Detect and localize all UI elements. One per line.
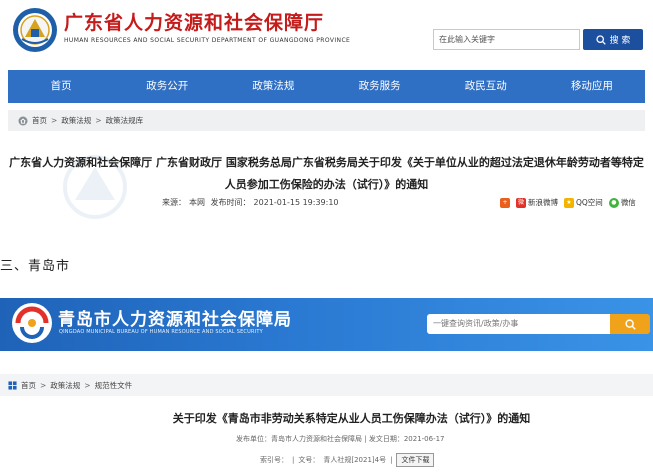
qd-meta-docno: 青人社规[2021]4号 (323, 456, 387, 464)
share-weibo-label: 新浪微博 (528, 198, 558, 207)
gd-main-nav: 首页 政务公开 政策法规 政务服务 政民互动 移动应用 (8, 70, 645, 103)
gd-meta-source-label: 来源： (162, 198, 186, 207)
gd-search-button-label: 搜 索 (609, 36, 631, 46)
gd-article-title: 广东省人力资源和社会保障厅 广东省财政厅 国家税务总局广东省税务局关于印发《关于… (9, 156, 644, 191)
qd-article-title: 关于印发《青岛市非劳动关系特定从业人员工伤保障办法（试行）》的通知 (172, 412, 531, 425)
gd-breadcrumb-policy-library[interactable]: 政策法规库 (106, 115, 144, 126)
chevron-right-icon: > (40, 380, 47, 390)
qd-breadcrumb-policy[interactable]: 政策法规 (50, 380, 80, 391)
gd-breadcrumb-policy[interactable]: 政策法规 (61, 115, 91, 126)
gd-emblem-icon (13, 8, 57, 52)
qd-site-subtitle: QINGDAO MUNICIPAL BUREAU OF HUMAN RESOUR… (59, 329, 263, 335)
grid-icon (8, 380, 17, 390)
gd-nav-item-services[interactable]: 政务服务 (327, 70, 433, 103)
gd-nav-item-mobile[interactable]: 移动应用 (539, 70, 645, 103)
gd-breadcrumb-home[interactable]: 首页 (32, 115, 47, 126)
gd-article-meta: 来源： 本网 发布时间： 2021-01-15 19:39:10 (162, 197, 342, 208)
qd-logo-icon (12, 303, 52, 343)
qd-article-meta: 发布单位：青岛市人力资源和社会保障局 | 发文日期：2021-06-17 (236, 434, 445, 444)
search-icon (595, 34, 606, 45)
meta-divider: | (292, 456, 295, 464)
weibo-icon: 微 (516, 197, 526, 208)
qd-header-banner: 青岛市人力资源和社会保障局 QINGDAO MUNICIPAL BUREAU O… (0, 298, 653, 351)
gd-nav-item-gov-affairs[interactable]: 政务公开 (114, 70, 220, 103)
gd-site-subtitle: HUMAN RESOURCES AND SOCIAL SECURITY DEPA… (64, 37, 351, 44)
gd-search-button[interactable]: 搜 索 (583, 29, 643, 50)
qd-meta-publisher-label: 发布单位： (236, 435, 271, 443)
share-qzone-button[interactable]: ★ QQ空间 (564, 197, 603, 208)
qd-meta-publisher: 青岛市人力资源和社会保障局 (271, 435, 362, 443)
qd-download-button[interactable]: 文件下载 (396, 453, 435, 467)
qd-breadcrumb: 首页 > 政策法规 > 规范性文件 (0, 374, 653, 396)
gd-nav-item-policy[interactable]: 政策法规 (220, 70, 326, 103)
qd-meta-index-label: 索引号： (260, 456, 288, 464)
chevron-right-icon: > (51, 116, 58, 125)
qd-meta-docno-label: 文号： (298, 456, 320, 464)
qd-search-input[interactable]: 一键查询资讯/政策/办事 (427, 314, 610, 334)
gd-nav-item-interaction[interactable]: 政民互动 (433, 70, 539, 103)
qd-meta-date: 2021-06-17 (403, 435, 445, 443)
share-weibo-button[interactable]: 微 新浪微博 (516, 197, 558, 208)
share-wechat-label: 微信 (620, 198, 636, 207)
qd-breadcrumb-home[interactable]: 首页 (21, 380, 36, 391)
share-qzone-label: QQ空间 (576, 198, 603, 207)
gd-meta-source: 本网 (189, 198, 205, 207)
qd-meta-date-label: 发文日期： (368, 435, 404, 443)
search-icon (624, 318, 636, 330)
gd-meta-time-label: 发布时间： (210, 198, 251, 207)
gd-site-title: 广东省人力资源和社会保障厅 (64, 12, 325, 34)
gd-breadcrumb: 首页 > 政策法规 > 政策法规库 (8, 110, 645, 131)
section-heading-qingdao: 三、青岛市 (0, 259, 71, 274)
qd-site-title: 青岛市人力资源和社会保障局 (58, 310, 292, 330)
gd-meta-time: 2021-01-15 19:39:10 (253, 198, 339, 207)
chevron-right-icon: > (84, 380, 91, 390)
gd-share-bar: + 微 新浪微博 ★ QQ空间 ● 微信 (500, 197, 636, 208)
wechat-icon: ● (608, 197, 619, 208)
gd-header: 广东省人力资源和社会保障厅 HUMAN RESOURCES AND SOCIAL… (0, 0, 653, 62)
gd-nav-item-home[interactable]: 首页 (8, 70, 114, 103)
qzone-icon: ★ (564, 197, 574, 208)
gd-search-input[interactable]: 在此输入关键字 (433, 29, 580, 50)
qd-search-button[interactable] (610, 314, 650, 334)
chevron-right-icon: > (95, 116, 102, 125)
home-icon (18, 116, 28, 125)
qd-breadcrumb-normative-docs[interactable]: 规范性文件 (95, 380, 133, 391)
share-plus-icon[interactable]: + (500, 197, 510, 208)
share-wechat-button[interactable]: ● 微信 (608, 197, 636, 208)
qd-article-meta-2: 索引号： | 文号： 青人社规[2021]4号 | 文件下载 (260, 453, 435, 467)
meta-divider: | (390, 456, 393, 464)
